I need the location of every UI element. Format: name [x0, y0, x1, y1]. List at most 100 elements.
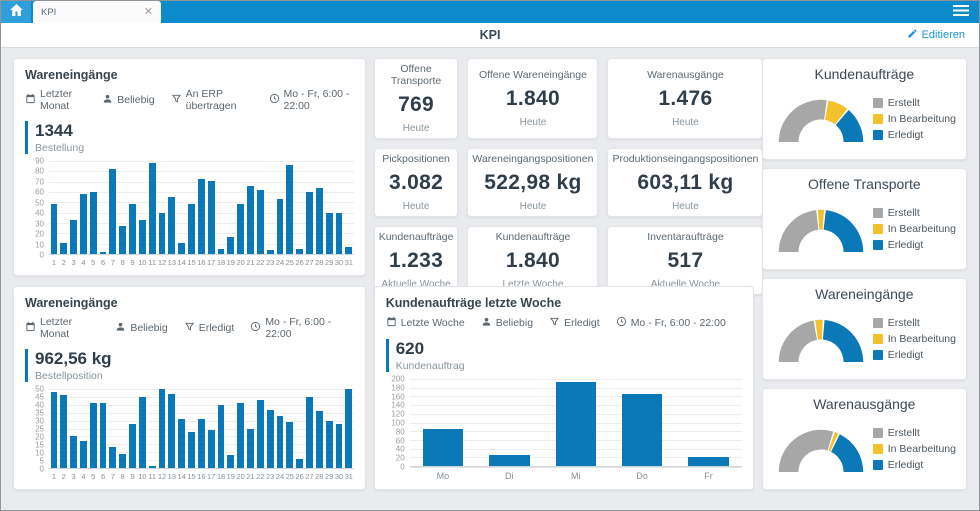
kpi-card-value: 603,11 kg	[637, 171, 733, 195]
bar	[100, 403, 107, 468]
legend-label: Erledigt	[888, 129, 924, 141]
y-axis-tick: 45	[35, 393, 44, 402]
x-axis-label: 16	[196, 258, 206, 267]
bar	[267, 410, 274, 468]
filter-icon	[549, 316, 560, 330]
gauge-panel-wareneing-nge: WareneingängeErstelltIn BearbeitungErled…	[762, 278, 967, 380]
filter-filter[interactable]: An ERP übertragen	[171, 88, 253, 112]
kpi-value: 962,56 kg	[35, 349, 354, 369]
x-axis-label: 5	[88, 472, 98, 481]
kpi-card-value: 1.476	[658, 87, 712, 111]
kpi-card-title: Produktionseingangspositionen	[612, 153, 758, 165]
gauge-segment-erledigt	[823, 319, 863, 361]
x-axis-label: 15	[187, 472, 197, 481]
gauge-panel-offene-transporte: Offene TransporteErstelltIn BearbeitungE…	[762, 168, 967, 270]
x-axis-label: 9	[128, 258, 138, 267]
legend-swatch	[873, 318, 883, 328]
legend-item: Erledigt	[873, 129, 956, 141]
bar	[257, 190, 264, 254]
kpi-card: Wareneingangspositionen522,98 kgHeute	[467, 148, 598, 217]
gauge-segment-erledigt	[831, 434, 863, 472]
filter-person[interactable]: Beliebig	[481, 316, 533, 330]
legend-label: Erstellt	[888, 427, 920, 439]
x-axis-label: Di	[476, 471, 542, 481]
bar	[60, 243, 67, 254]
legend-label: Erledigt	[888, 349, 924, 361]
bar	[178, 419, 185, 468]
bar	[119, 226, 126, 254]
menu-button[interactable]	[943, 1, 979, 23]
kpi-highlight: 1344 Bestellung	[25, 121, 354, 154]
filter-clock[interactable]: Mo - Fr, 6:00 - 22:00	[250, 316, 353, 340]
dashboard: Wareneingänge Letzter Monat Beliebig An ER…	[1, 48, 979, 510]
x-axis-label: 24	[275, 472, 285, 481]
y-axis-tick: 20	[396, 454, 405, 463]
bar	[326, 421, 333, 468]
tab-kpi[interactable]: KPI ✕	[33, 1, 161, 23]
home-button[interactable]	[1, 1, 31, 23]
x-axis-label: 30	[334, 472, 344, 481]
legend-swatch	[873, 114, 883, 124]
legend-item: In Bearbeitung	[873, 333, 956, 345]
kpi-card-title: Inventaraufträge	[647, 231, 723, 243]
x-axis-label: 31	[344, 472, 354, 481]
filter-person[interactable]: Beliebig	[115, 321, 167, 335]
x-axis-label: 3	[69, 472, 79, 481]
gauge-panel-warenausg-nge: WarenausgängeErstelltIn BearbeitungErled…	[762, 388, 967, 490]
filter-calendar[interactable]: Letzter Monat	[25, 316, 99, 340]
calendar-icon	[25, 321, 36, 335]
x-axis-label: 27	[305, 258, 315, 267]
x-axis-label: 3	[69, 258, 79, 267]
filter-calendar[interactable]: Letzter Monat	[25, 88, 86, 112]
filter-calendar[interactable]: Letzte Woche	[386, 316, 465, 330]
kpi-card-title: Pickpositionen	[382, 153, 450, 165]
filter-label: Letzte Woche	[401, 317, 465, 329]
gauge-segment-erstellt	[778, 99, 826, 141]
x-axis-label: 21	[246, 472, 256, 481]
x-axis-label: 17	[206, 258, 216, 267]
filter-filter[interactable]: Erledigt	[549, 316, 600, 330]
bar	[423, 429, 463, 466]
filter-label: Letzter Monat	[40, 88, 86, 112]
gauge-segment-erstellt	[778, 320, 816, 362]
close-icon[interactable]: ✕	[144, 7, 153, 18]
bar	[237, 403, 244, 468]
kpi-card-period: Heute	[520, 117, 547, 128]
filter-filter[interactable]: Erledigt	[184, 321, 235, 335]
bar	[80, 441, 87, 468]
edit-button[interactable]: Editieren	[907, 28, 965, 42]
filter-person[interactable]: Beliebig	[102, 93, 154, 107]
filter-label: Erledigt	[199, 322, 235, 334]
x-axis-label: 4	[78, 258, 88, 267]
bar	[139, 397, 146, 468]
y-axis-tick: 0	[40, 465, 44, 474]
kpi-card-value: 1.840	[506, 249, 560, 273]
kpi-label: Kundenauftrag	[396, 360, 742, 372]
bar	[149, 466, 156, 468]
edit-label: Editieren	[922, 29, 965, 41]
filter-icon	[171, 93, 182, 107]
x-axis-label: 24	[275, 258, 285, 267]
gauge-legend: ErstelltIn BearbeitungErledigt	[873, 97, 956, 141]
y-axis-tick: 160	[391, 392, 404, 401]
bar	[70, 220, 77, 254]
y-axis-tick: 20	[35, 230, 44, 239]
gauge-panel-kundenauftr-ge: KundenaufträgeErstelltIn BearbeitungErle…	[762, 58, 967, 160]
legend-item: In Bearbeitung	[873, 113, 956, 125]
x-axis-label: 31	[344, 258, 354, 267]
gauge-legend: ErstelltIn BearbeitungErledigt	[873, 317, 956, 361]
filter-clock[interactable]: Mo - Fr, 6:00 - 22:00	[269, 88, 354, 112]
x-axis-label: 6	[98, 258, 108, 267]
filter-clock[interactable]: Mo - Fr, 6:00 - 22:00	[616, 316, 726, 330]
legend-item: Erstellt	[873, 207, 956, 219]
kpi-card-grid: Offene Transporte769HeuteOffene Warenein…	[374, 58, 754, 274]
bar	[218, 405, 225, 468]
bar	[198, 179, 205, 254]
gauge-segment-erstellt	[778, 210, 818, 252]
filter-label: Letzter Monat	[40, 316, 99, 340]
tab-label: KPI	[41, 7, 56, 18]
bar	[168, 197, 175, 254]
bar	[188, 432, 195, 468]
kpi-card-period: Heute	[520, 201, 547, 212]
panel-title: Wareneingänge	[25, 296, 354, 310]
